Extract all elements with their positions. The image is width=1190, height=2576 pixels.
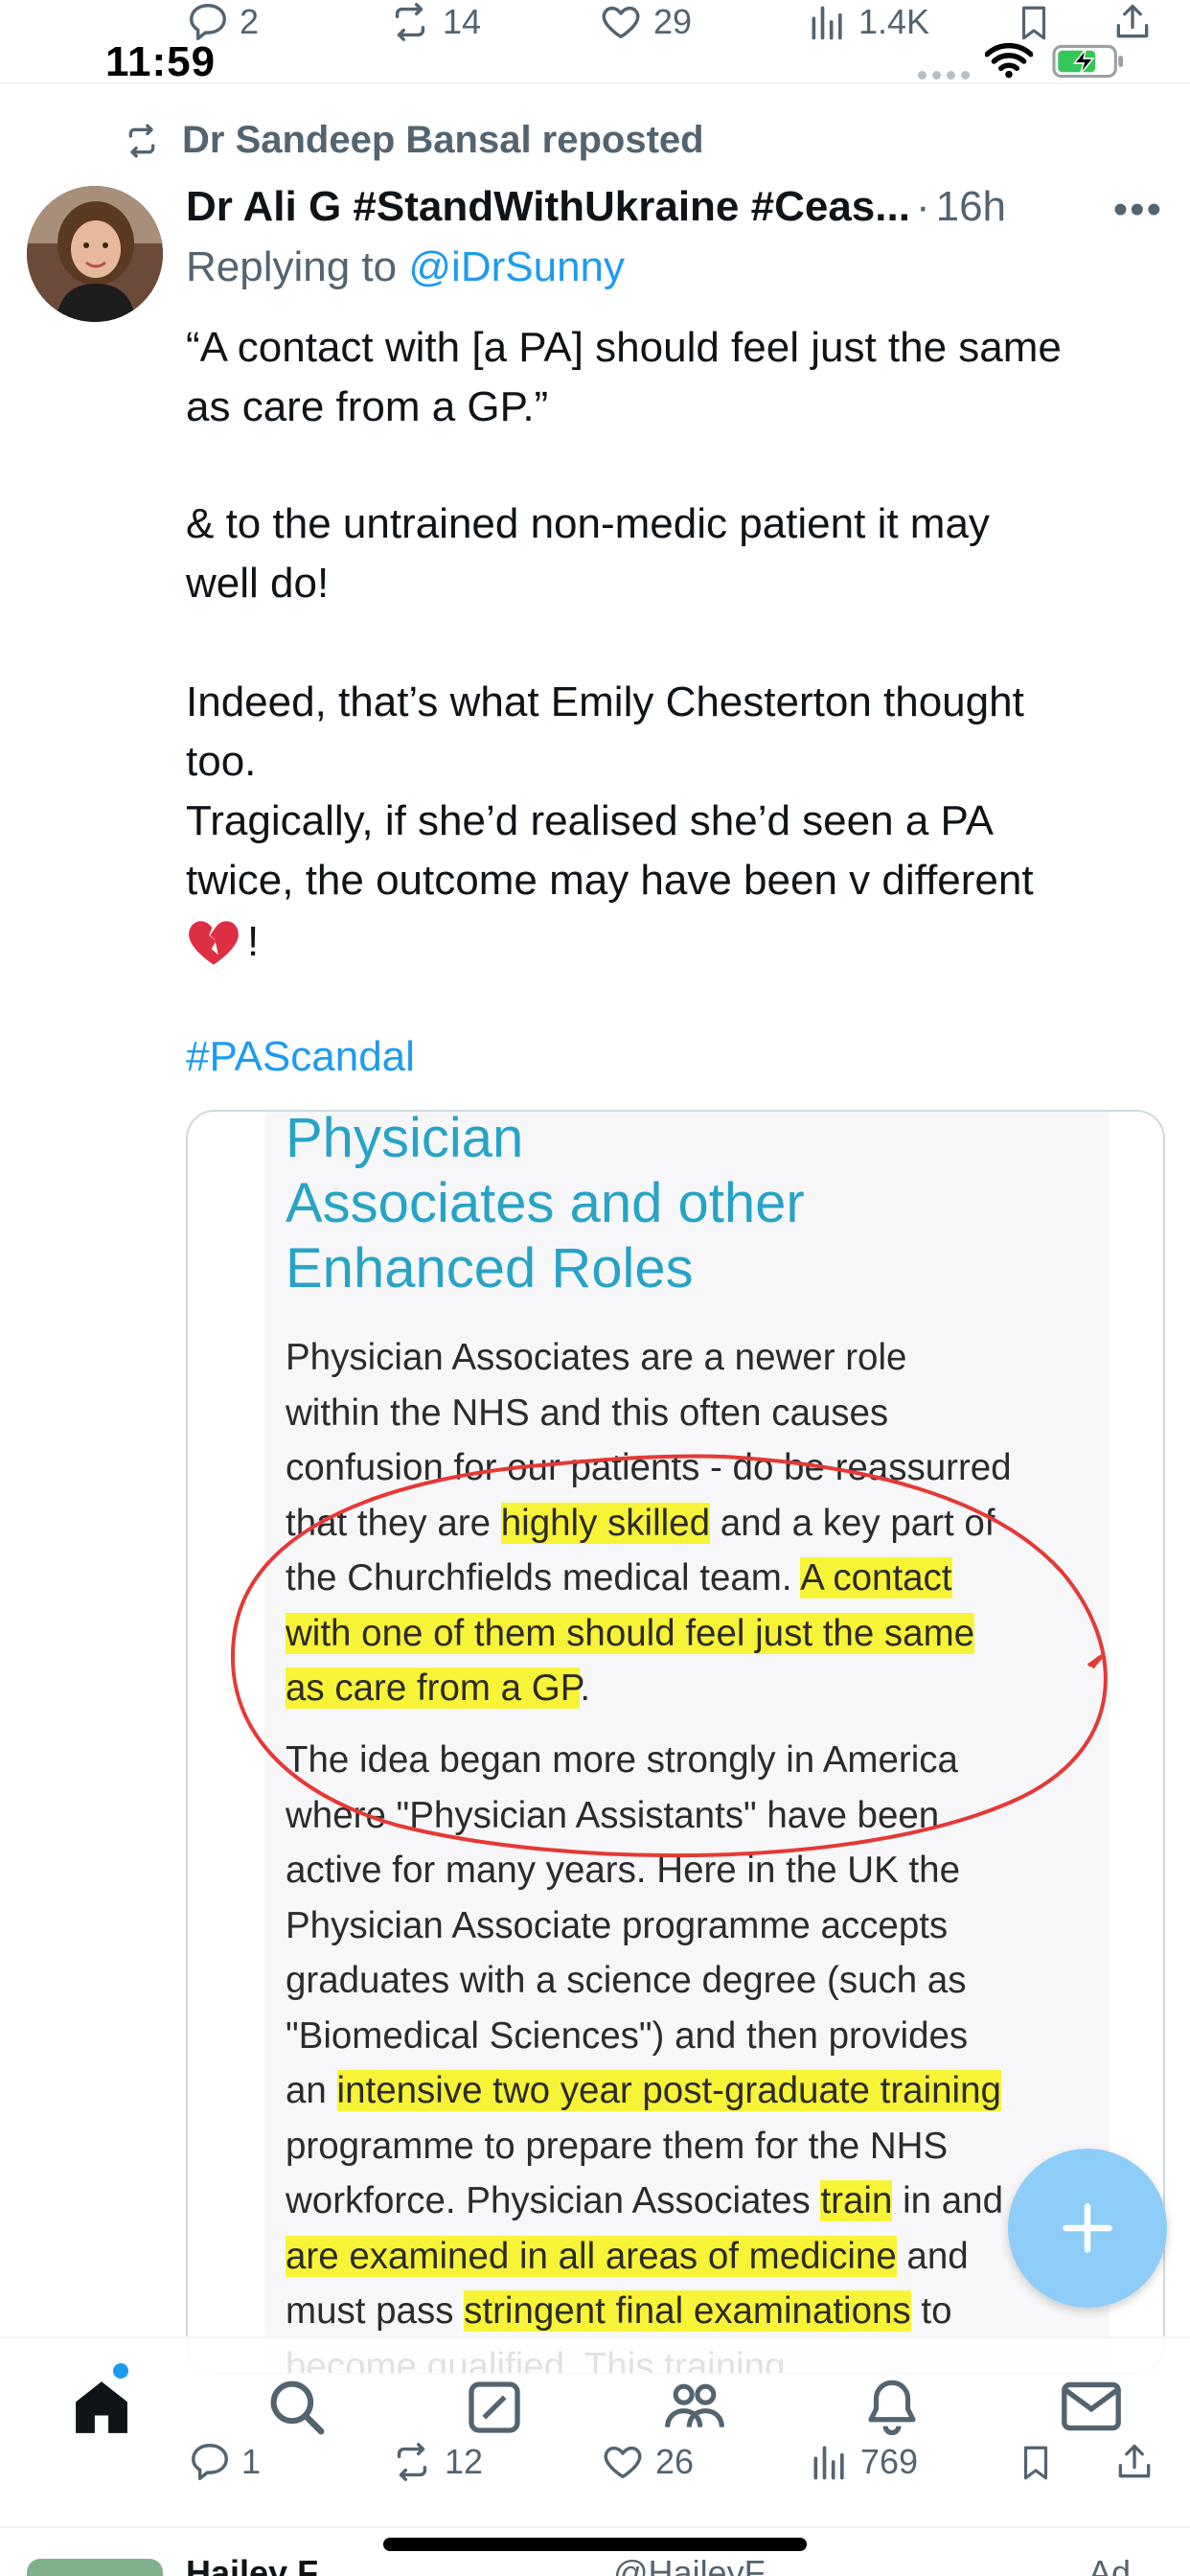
plus-icon [1063, 2203, 1112, 2253]
repost-label: Dr Sandeep Bansal reposted [182, 119, 704, 161]
heart-icon [604, 2446, 642, 2479]
reply-prefix: Replying to [186, 243, 398, 290]
home-icon[interactable] [67, 2375, 136, 2440]
next-tweet-handle: @HaileyF [613, 2553, 766, 2576]
tweet-text-line: as care from a GP.” [186, 383, 549, 430]
reply-context: Replying to @iDrSunny [186, 243, 625, 291]
share-icon [1118, 2444, 1151, 2478]
reply-count: 1 [241, 2442, 262, 2481]
tweet-text-exclaim: ! [247, 918, 260, 965]
separator-dot: · [915, 183, 930, 230]
media-image[interactable]: Physician Associates and other Enhanced … [186, 1110, 1165, 2375]
like-count: 26 [655, 2442, 695, 2481]
tweet-text-line: twice, the outcome may have been v diffe… [186, 857, 1034, 904]
avatar[interactable] [27, 186, 163, 322]
next-tweet-author[interactable]: Hailey F [186, 2553, 318, 2576]
repost-icon [395, 3, 425, 41]
notifications-icon[interactable] [860, 2373, 924, 2440]
avatar-photo [27, 186, 163, 322]
repost-icon [397, 2443, 427, 2481]
prev-repost-button[interactable]: 14 [387, 0, 481, 44]
reply-button[interactable]: 1 [188, 2440, 261, 2484]
prev-like-button[interactable]: 29 [598, 0, 692, 44]
tweet-text-line: “A contact with [a PA] should feel just … [186, 324, 1062, 371]
prev-repost-count: 14 [443, 2, 482, 41]
compose-button[interactable] [1008, 2149, 1167, 2308]
prev-bookmark-button[interactable] [1014, 0, 1054, 46]
views-icon [812, 6, 842, 40]
repost-header[interactable]: Dr Sandeep Bansal reposted [121, 119, 704, 162]
signal-icon [918, 71, 970, 80]
status-time: 11:59 [105, 38, 217, 85]
tweet-text-line: too. [186, 738, 257, 785]
home-badge-dot [113, 2363, 128, 2379]
tweet-text-line: & to the untrained non-medic patient it … [186, 500, 990, 547]
bookmark-button[interactable] [1016, 2440, 1056, 2486]
broken-heart-icon [189, 921, 239, 965]
tweet-header: Dr Ali G #StandWithUkraine #Ceas... · 16… [186, 178, 1163, 236]
repost-count: 12 [445, 2442, 484, 2481]
heart-icon [602, 6, 640, 39]
repost-icon [128, 124, 155, 157]
grok-icon[interactable] [464, 2377, 525, 2438]
reply-handle[interactable]: @iDrSunny [408, 243, 625, 290]
communities-icon[interactable] [661, 2373, 728, 2438]
share-button[interactable] [1113, 2440, 1156, 2484]
author-name[interactable]: Dr Ali G #StandWithUkraine #Ceas... [186, 183, 910, 231]
divider [0, 2526, 1190, 2528]
tweet-text-line: well do! [186, 560, 330, 607]
prev-views-button[interactable]: 1.4K [807, 0, 929, 44]
prev-like-count: 29 [653, 2, 693, 41]
messages-icon[interactable] [1058, 2377, 1125, 2436]
tweet-time[interactable]: 16h [936, 183, 1006, 231]
tweet-text-last-line: ! [186, 912, 1173, 972]
search-icon[interactable] [264, 2375, 328, 2438]
ad-label: Ad [1088, 2553, 1132, 2576]
prev-share-button[interactable] [1111, 0, 1154, 44]
views-button[interactable]: 769 [809, 2440, 918, 2484]
reply-icon [192, 2444, 228, 2480]
wifi-icon [985, 42, 1033, 79]
more-options-icon[interactable]: ••• [1113, 186, 1163, 234]
prev-reply-count: 2 [240, 2, 260, 41]
hashtag-link[interactable]: #PAScandal [186, 1027, 1173, 1087]
top-bar: 2 14 29 1.4K 11:59 [0, 0, 1190, 85]
bookmark-icon [1021, 6, 1046, 40]
red-annotation-circle [230, 1454, 1108, 1858]
prev-views-count: 1.4K [858, 2, 930, 41]
share-icon [1116, 4, 1149, 38]
home-indicator [383, 2538, 807, 2551]
tweet-text-line: Indeed, that’s what Emily Chesterton tho… [186, 678, 1024, 725]
views-count: 769 [860, 2442, 919, 2481]
views-icon [813, 2446, 844, 2480]
tweet-text-line: Tragically, if she’d realised she’d seen… [186, 797, 994, 844]
battery-icon [1052, 44, 1124, 79]
next-avatar [27, 2559, 163, 2576]
repost-button[interactable]: 12 [389, 2440, 483, 2484]
bookmark-icon [1023, 2446, 1048, 2480]
like-button[interactable]: 26 [600, 2440, 694, 2484]
